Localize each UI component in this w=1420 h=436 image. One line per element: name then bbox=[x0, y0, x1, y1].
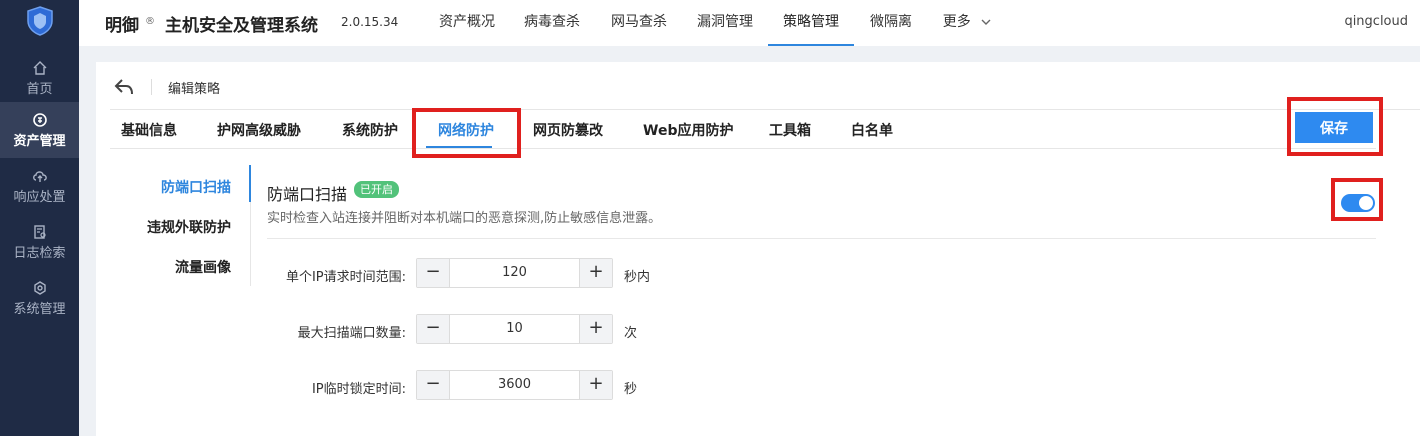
cloud-upload-icon bbox=[32, 170, 47, 182]
max-ports-input[interactable]: 10 bbox=[450, 315, 579, 343]
field-label-lock-time: IP临时锁定时间: bbox=[311, 382, 406, 397]
decrement-button[interactable]: − bbox=[417, 259, 450, 287]
increment-button[interactable]: + bbox=[579, 315, 612, 343]
lock-time-stepper: − 3600 + bbox=[416, 370, 613, 400]
more-label: 更多 bbox=[942, 14, 971, 30]
decrement-button[interactable]: − bbox=[417, 315, 450, 343]
tab-whitelist[interactable]: 白名单 bbox=[851, 120, 893, 140]
version-label: 2.0.15.34 bbox=[341, 15, 399, 29]
home-icon bbox=[33, 60, 46, 75]
topnav-virus-scan[interactable]: 病毒查杀 bbox=[524, 0, 580, 46]
lock-time-input[interactable]: 3600 bbox=[450, 371, 579, 399]
sidebar-item-assets[interactable]: 资产管理 bbox=[0, 102, 79, 158]
tab-system-protection[interactable]: 系统防护 bbox=[342, 120, 398, 140]
topnav-policy-management[interactable]: 策略管理 bbox=[768, 0, 854, 46]
tabs-top-divider bbox=[110, 109, 1420, 110]
active-subnav-indicator bbox=[249, 165, 251, 202]
breadcrumb-divider bbox=[151, 79, 152, 95]
brand-name: 明御 bbox=[105, 16, 139, 36]
sidebar-item-label: 系统管理 bbox=[13, 301, 66, 317]
sidebar-item-system[interactable]: 系统管理 bbox=[0, 270, 79, 326]
top-header: 明御 ® 主机安全及管理系统 2.0.15.34 资产概况 病毒查杀 网马查杀 漏洞… bbox=[79, 0, 1420, 46]
tab-toolbox[interactable]: 工具箱 bbox=[769, 120, 811, 140]
highlight-box-tab bbox=[412, 108, 521, 158]
topnav-webshell-scan[interactable]: 网马查杀 bbox=[611, 0, 667, 46]
field-label-max-ports: 最大扫描端口数量: bbox=[297, 326, 406, 341]
field-unit: 秒 bbox=[624, 382, 638, 397]
tabs-bottom-divider bbox=[110, 148, 1376, 149]
section-description: 实时检查入站连接并阻断对本机端口的恶意探测,防止敏感信息泄露。 bbox=[267, 211, 662, 226]
field-label-time-range: 单个IP请求时间范围: bbox=[285, 270, 406, 285]
product-brand: 明御 ® 主机安全及管理系统 bbox=[105, 11, 318, 36]
log-search-icon bbox=[33, 224, 46, 239]
max-ports-stepper: − 10 + bbox=[416, 314, 613, 344]
policy-edit-panel: 编辑策略 基础信息 护网高级威胁 系统防护 网络防护 网页防篡改 Web应用防护… bbox=[96, 62, 1420, 436]
sidebar-item-label: 资产管理 bbox=[13, 133, 66, 149]
sidebar-item-response[interactable]: 响应处置 bbox=[0, 158, 79, 214]
system-name: 主机安全及管理系统 bbox=[165, 16, 318, 36]
subnav-outbound-protection[interactable]: 违规外联防护 bbox=[111, 217, 231, 237]
highlight-box-toggle bbox=[1331, 178, 1383, 221]
increment-button[interactable]: + bbox=[579, 259, 612, 287]
chevron-down-icon bbox=[981, 19, 991, 25]
tab-advanced-threat[interactable]: 护网高级威胁 bbox=[217, 120, 301, 140]
sidebar: 首页 资产管理 响应处置 日志检索 系统管理 bbox=[0, 0, 79, 436]
increment-button[interactable]: + bbox=[579, 371, 612, 399]
sidebar-item-label: 日志检索 bbox=[13, 245, 66, 261]
sidebar-item-home[interactable]: 首页 bbox=[0, 50, 79, 106]
field-unit: 次 bbox=[624, 326, 638, 341]
tab-web-app-protection[interactable]: Web应用防护 bbox=[643, 120, 733, 140]
asset-icon bbox=[32, 112, 47, 127]
subnav-traffic-profile[interactable]: 流量画像 bbox=[111, 257, 231, 277]
topnav-micro-segmentation[interactable]: 微隔离 bbox=[869, 0, 913, 46]
subnav-port-scan[interactable]: 防端口扫描 bbox=[111, 177, 231, 197]
user-account[interactable]: qingcloud bbox=[1344, 14, 1408, 29]
tab-web-tamper-protection[interactable]: 网页防篡改 bbox=[533, 120, 603, 140]
topnav-vuln-management[interactable]: 漏洞管理 bbox=[697, 0, 753, 46]
section-divider bbox=[267, 238, 1376, 239]
settings-icon bbox=[33, 280, 46, 295]
sidebar-item-label: 首页 bbox=[26, 81, 53, 97]
registered-mark: ® bbox=[145, 16, 155, 28]
decrement-button[interactable]: − bbox=[417, 371, 450, 399]
shield-logo-icon bbox=[27, 6, 53, 36]
sidebar-item-label: 响应处置 bbox=[13, 189, 66, 205]
topnav-asset-overview[interactable]: 资产概况 bbox=[439, 0, 495, 46]
sidebar-item-logs[interactable]: 日志检索 bbox=[0, 214, 79, 270]
highlight-box-save bbox=[1287, 97, 1383, 156]
back-arrow-icon[interactable] bbox=[114, 78, 134, 96]
breadcrumb: 编辑策略 bbox=[168, 82, 221, 97]
section-title: 防端口扫描 bbox=[267, 185, 348, 204]
field-unit: 秒内 bbox=[624, 270, 651, 285]
time-range-input[interactable]: 120 bbox=[450, 259, 579, 287]
topnav-more[interactable]: 更多 bbox=[939, 0, 995, 46]
tab-basic-info[interactable]: 基础信息 bbox=[121, 120, 177, 140]
time-range-stepper: − 120 + bbox=[416, 258, 613, 288]
status-badge: 已开启 bbox=[354, 181, 399, 198]
